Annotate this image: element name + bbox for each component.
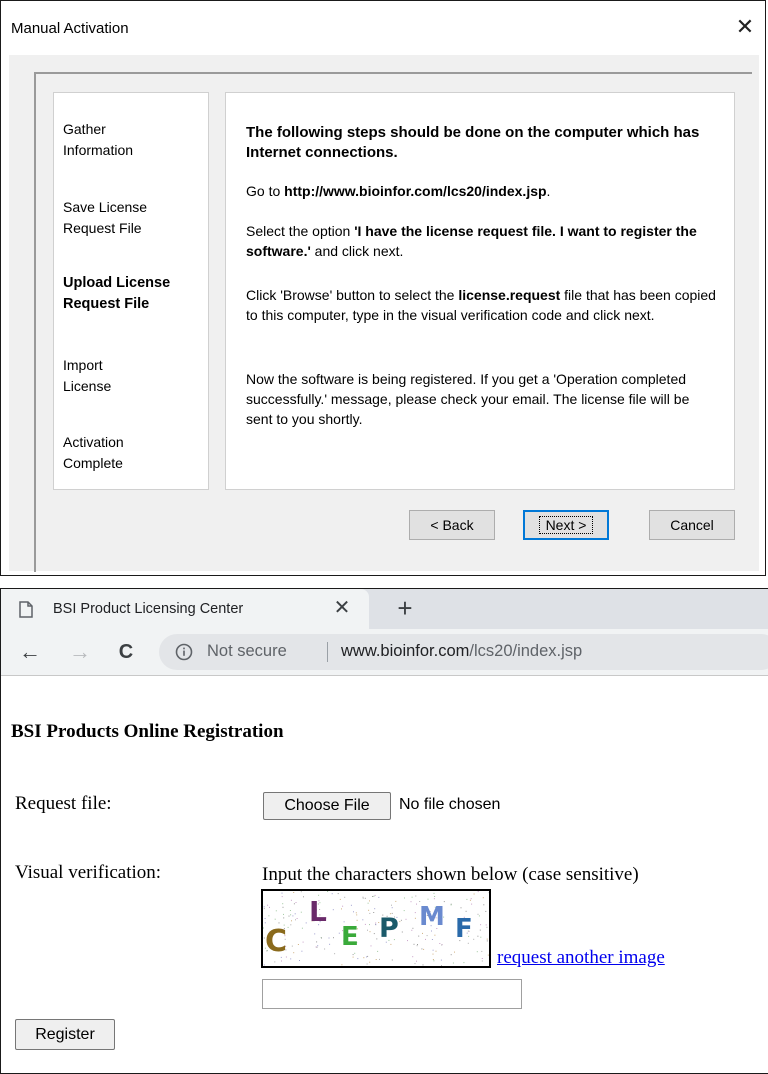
captcha-letter: F bbox=[455, 914, 473, 944]
choose-file-button[interactable]: Choose File bbox=[263, 792, 391, 820]
info-icon[interactable] bbox=[175, 643, 193, 666]
verification-code-input[interactable] bbox=[262, 979, 522, 1009]
step-save-license-request-file: Save License Request File bbox=[63, 197, 147, 239]
tab-bsi-licensing[interactable]: BSI Product Licensing Center ✕ bbox=[1, 589, 369, 629]
step-label: Upload License bbox=[63, 275, 171, 291]
step-activation-complete: Activation Complete bbox=[63, 432, 124, 474]
next-button-label: Next > bbox=[538, 516, 594, 534]
file-status: No file chosen bbox=[399, 796, 501, 813]
step-upload-license-request-file: Upload License Request File bbox=[63, 273, 170, 315]
step-label: Complete bbox=[63, 455, 123, 471]
register-button[interactable]: Register bbox=[15, 1019, 115, 1050]
back-arrow-icon[interactable]: ← bbox=[15, 637, 45, 667]
step-label: Gather bbox=[63, 121, 106, 137]
step-gather-information: Gather Information bbox=[63, 119, 133, 161]
next-button[interactable]: Next > bbox=[523, 510, 609, 540]
registered-note: Now the software is being registered. If… bbox=[246, 371, 690, 427]
close-icon[interactable]: ✕ bbox=[733, 15, 757, 39]
instructions-heading: The following steps should be done on th… bbox=[246, 124, 700, 161]
visual-verification-label: Visual verification: bbox=[15, 862, 162, 883]
cancel-button[interactable]: Cancel bbox=[649, 510, 735, 540]
registration-page: BSI Products Online Registration Request… bbox=[1, 676, 768, 1074]
captcha-letter: L bbox=[309, 895, 327, 928]
step-label: Import bbox=[63, 357, 103, 373]
address-divider bbox=[327, 642, 328, 662]
manual-activation-dialog: Manual Activation ✕ Gather Information S… bbox=[0, 0, 766, 576]
captcha-letter: P bbox=[379, 913, 399, 944]
text: and click next. bbox=[310, 243, 404, 259]
text: Select the option bbox=[246, 223, 355, 239]
request-another-image-link[interactable]: request another image bbox=[497, 947, 665, 969]
goto-instruction: Go to http://www.bioinfor.com/lcs20/inde… bbox=[246, 181, 716, 201]
url-path: /lcs20/index.jsp bbox=[469, 642, 583, 660]
browser-toolbar: ← → C Not secure www.bioinfor.com/lcs20/… bbox=[1, 629, 768, 676]
forward-arrow-icon[interactable]: → bbox=[65, 637, 95, 667]
dialog-body: Gather Information Save License Request … bbox=[9, 55, 759, 572]
step-label: Save License bbox=[63, 199, 148, 215]
captcha-letter: E bbox=[341, 922, 359, 952]
registration-url: http://www.bioinfor.com/lcs20/index.jsp bbox=[284, 183, 547, 199]
captcha-letter: C bbox=[265, 924, 287, 959]
reload-icon[interactable]: C bbox=[111, 637, 141, 667]
page-title: BSI Products Online Registration bbox=[11, 721, 284, 742]
step-label: License bbox=[63, 378, 112, 394]
tab-strip: BSI Product Licensing Center ✕ + bbox=[1, 589, 768, 629]
page-icon bbox=[19, 601, 33, 623]
url-text: www.bioinfor.com/lcs20/index.jsp bbox=[341, 642, 582, 661]
security-status: Not secure bbox=[207, 642, 287, 660]
text: . bbox=[546, 183, 551, 199]
steps-panel: Gather Information Save License Request … bbox=[53, 92, 209, 490]
select-option-instruction: Select the option 'I have the license re… bbox=[246, 221, 716, 261]
license-file-name: license.request bbox=[458, 287, 561, 303]
dialog-title: Manual Activation bbox=[11, 20, 129, 37]
new-tab-icon[interactable]: + bbox=[391, 594, 419, 622]
browse-instruction: Click 'Browse' button to select the lice… bbox=[246, 285, 716, 325]
request-file-label: Request file: bbox=[15, 793, 112, 814]
address-bar[interactable]: Not secure www.bioinfor.com/lcs20/index.… bbox=[159, 634, 768, 670]
captcha-letter: M bbox=[419, 902, 445, 932]
text: Go to bbox=[246, 183, 285, 199]
captcha-image: C L E P M F bbox=[261, 889, 491, 968]
url-host: www.bioinfor.com bbox=[341, 642, 470, 660]
captcha-instructions: Input the characters shown below (case s… bbox=[262, 864, 639, 885]
tab-title: BSI Product Licensing Center bbox=[53, 601, 244, 617]
browser-window: BSI Product Licensing Center ✕ + ← → C N… bbox=[0, 588, 768, 1074]
step-label: Request File bbox=[63, 296, 150, 312]
instructions-panel: The following steps should be done on th… bbox=[225, 92, 735, 490]
step-label: Activation bbox=[63, 434, 124, 450]
step-import-license: Import License bbox=[63, 355, 111, 397]
close-tab-icon[interactable]: ✕ bbox=[331, 597, 353, 619]
step-label: Information bbox=[63, 142, 134, 158]
text: Click 'Browse' button to select the bbox=[246, 287, 459, 303]
step-label: Request File bbox=[63, 220, 142, 236]
back-button[interactable]: < Back bbox=[409, 510, 495, 540]
